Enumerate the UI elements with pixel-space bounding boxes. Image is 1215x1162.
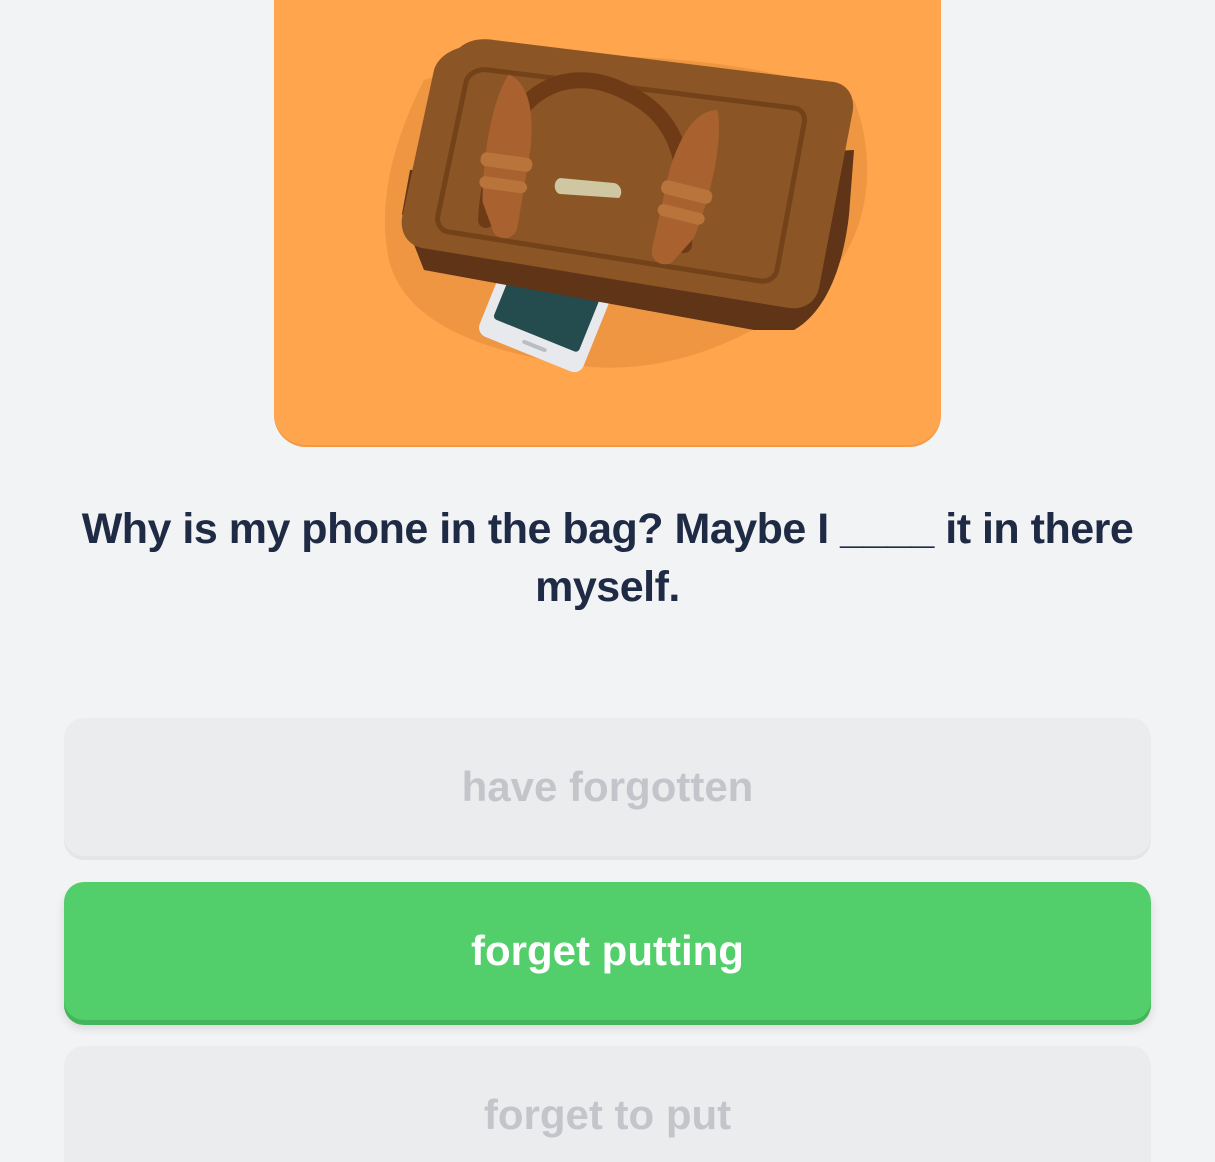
option-forget-to-put[interactable]: forget to put	[64, 1046, 1151, 1162]
option-have-forgotten[interactable]: have forgotten	[64, 718, 1151, 856]
question-text: Why is my phone in the bag? Maybe I ____…	[81, 505, 1134, 611]
option-forget-putting[interactable]: forget putting	[64, 882, 1151, 1020]
answer-options: have forgotten forget putting forget to …	[64, 718, 1151, 1162]
question-illustration	[274, 0, 941, 445]
bag-with-phone-icon	[384, 39, 868, 373]
quiz-screen: Why is my phone in the bag? Maybe I ____…	[0, 0, 1215, 1162]
